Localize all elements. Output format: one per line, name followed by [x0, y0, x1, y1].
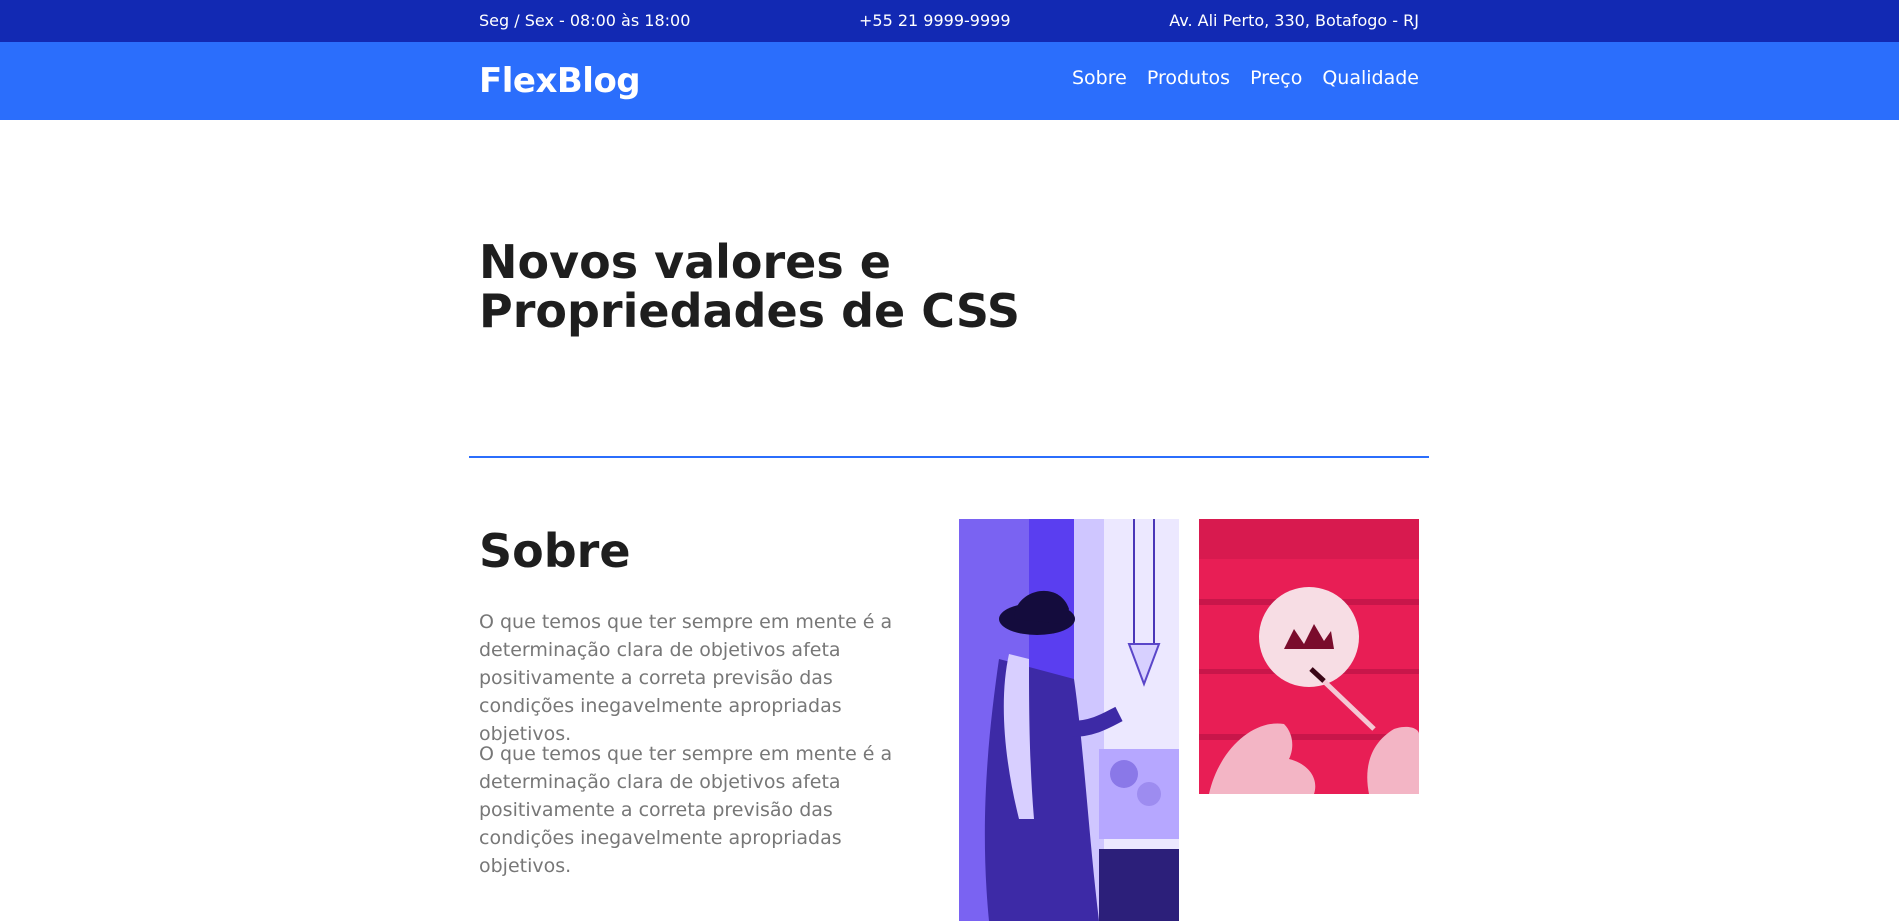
- hero-title-line-1: Novos valores e: [479, 235, 891, 289]
- address: Av. Ali Perto, 330, Botafogo - RJ: [1169, 11, 1419, 30]
- nav-link-sobre[interactable]: Sobre: [1072, 67, 1127, 89]
- phone-number: +55 21 9999-9999: [859, 11, 1011, 30]
- top-info-bar: Seg / Sex - 08:00 às 18:00 +55 21 9999-9…: [0, 0, 1899, 42]
- nav-link-preco[interactable]: Preço: [1250, 67, 1302, 89]
- about-paragraph: O que temos que ter sempre em mente é a …: [479, 611, 893, 745]
- hero-title-line-2: Propriedades de CSS: [479, 284, 1021, 338]
- nav-link-qualidade[interactable]: Qualidade: [1322, 67, 1419, 89]
- woman-photo: [959, 519, 1179, 921]
- main-navbar: FlexBlog Sobre Produtos Preço Qualidade: [0, 42, 1899, 120]
- hero-title: Novos valores e Propriedades de CSS: [479, 238, 1020, 336]
- about-title: Sobre: [479, 524, 631, 578]
- nav-link-produtos[interactable]: Produtos: [1147, 67, 1230, 89]
- craft-photo: [1199, 519, 1419, 794]
- site-logo[interactable]: FlexBlog: [479, 61, 641, 101]
- main-nav: Sobre Produtos Preço Qualidade: [1072, 67, 1419, 89]
- opening-hours: Seg / Sex - 08:00 às 18:00: [479, 11, 691, 30]
- about-paragraph: O que temos que ter sempre em mente é a …: [479, 743, 893, 877]
- section-divider: [469, 456, 1429, 458]
